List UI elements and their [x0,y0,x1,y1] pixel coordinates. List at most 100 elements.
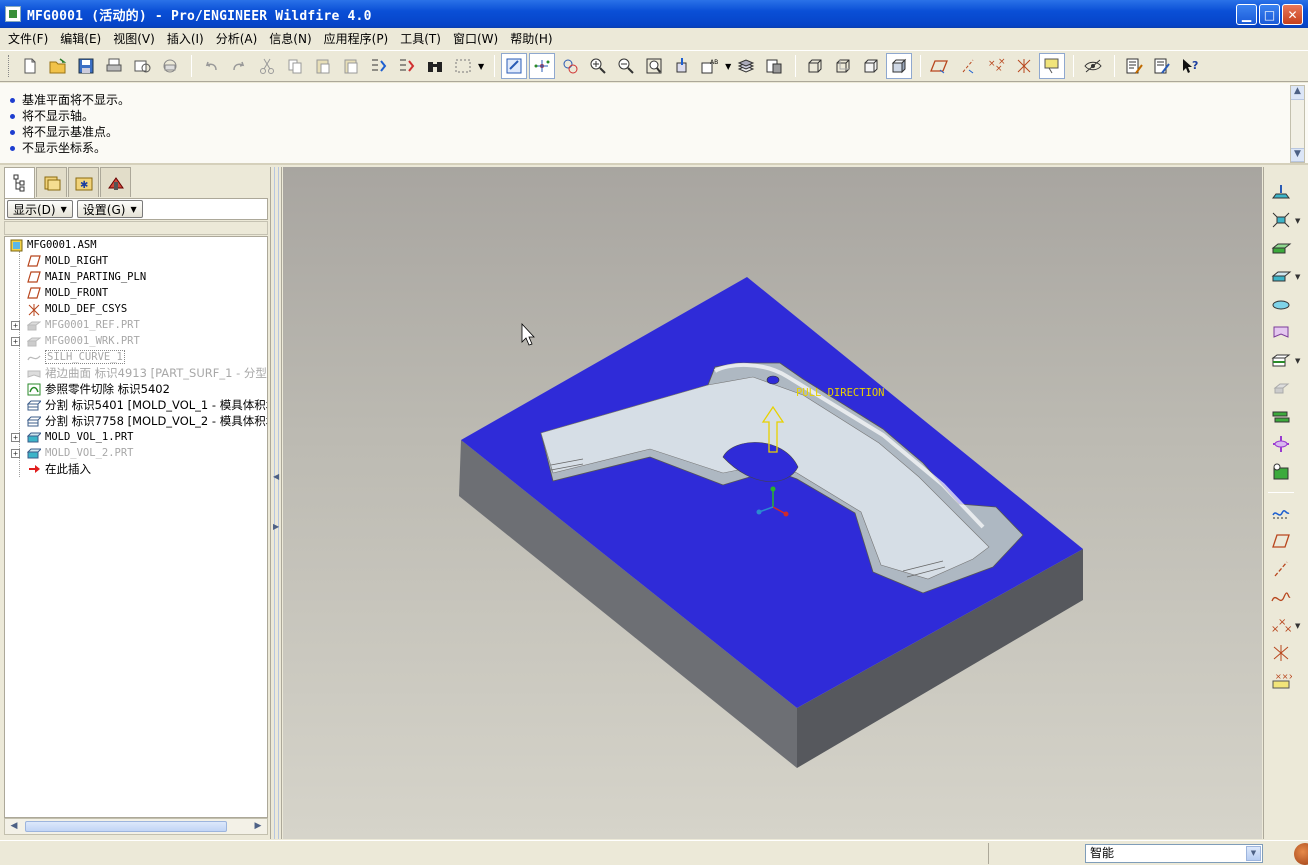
datum-point-tool-icon[interactable]: × × × [1268,612,1294,638]
regenerate-icon[interactable] [366,53,392,79]
tree-item[interactable]: MAIN_PARTING_PLN [5,269,267,285]
csys-tool-icon[interactable] [1268,640,1294,666]
open-file-icon[interactable] [45,53,71,79]
mold-model-icon[interactable] [1268,179,1294,205]
volume-block-icon[interactable] [1268,263,1294,289]
refit-icon[interactable] [641,53,667,79]
scroll-left-icon[interactable]: ◀ [6,819,22,834]
menu-analysis[interactable]: 分析(A) [210,30,264,47]
send-link-icon[interactable] [157,53,183,79]
cut-icon[interactable] [254,53,280,79]
tree-item[interactable]: + MOLD_VOL_2.PRT [5,445,267,461]
maximize-button[interactable]: □ [1259,4,1280,25]
expand-right-icon[interactable]: ▶ [273,522,279,531]
toolbar-grip[interactable] [8,55,11,77]
menu-help[interactable]: 帮助(H) [504,30,558,47]
menu-file[interactable]: 文件(F) [2,30,54,47]
tree-item[interactable]: 参照零件切除 标识5402 [5,381,267,397]
context-help-icon[interactable]: ? [1177,53,1203,79]
saved-views-caret[interactable]: ▼ [725,62,731,71]
menu-edit[interactable]: 编辑(E) [54,30,107,47]
message-scrollbar[interactable]: ▲ ▼ [1290,85,1305,163]
save-icon[interactable] [73,53,99,79]
mold-model-viewport[interactable]: PULL DIRECTION [283,167,1262,839]
tree-expand-icon[interactable]: + [11,336,20,346]
shrinkage-icon[interactable] [1268,207,1294,233]
skirt-surface-icon[interactable] [1268,319,1294,345]
close-button[interactable]: ✕ [1282,4,1303,25]
print-icon[interactable] [101,53,127,79]
send-email-icon[interactable] [129,53,155,79]
menu-applications[interactable]: 应用程序(P) [318,30,395,47]
tab-connections[interactable] [100,167,131,197]
redo-icon[interactable] [226,53,252,79]
annotation-toggle-icon[interactable] [1039,53,1066,79]
datum-plane-tool-icon[interactable] [1268,528,1294,554]
scroll-right-icon[interactable]: ▶ [250,819,266,834]
repaint-icon[interactable] [501,53,528,79]
tree-expand-icon[interactable]: + [11,432,20,442]
selection-filter-select[interactable]: 智能 ▼ [1085,844,1263,863]
chevron-down-icon[interactable]: ▼ [1295,357,1300,365]
hidden-line-icon[interactable] [830,53,856,79]
tree-item[interactable]: MOLD_DEF_CSYS [5,301,267,317]
chevron-down-icon[interactable]: ▼ [1246,846,1261,861]
settings-menu-button[interactable]: 设置(G) ▼ [76,200,143,218]
reorient-icon[interactable] [669,53,695,79]
chevron-down-icon[interactable]: ▼ [1295,273,1300,281]
select-dropdown-caret[interactable]: ▼ [478,62,484,71]
collapse-left-icon[interactable]: ◀ [273,472,279,481]
menu-view[interactable]: 视图(V) [107,30,161,47]
datum-planes-toggle-icon[interactable] [927,53,953,79]
chevron-down-icon[interactable]: ▼ [1295,622,1300,630]
tree-item[interactable]: 在此插入 [5,461,267,477]
workpiece-icon[interactable] [1268,235,1294,261]
tree-expand-icon[interactable]: + [11,448,20,458]
scroll-down-icon[interactable]: ▼ [1291,148,1304,162]
analysis-feature-icon[interactable]: ××× [1268,668,1294,694]
tree-item[interactable]: 裙边曲面 标识4913 [PART_SURF_1 - 分型 [5,365,267,381]
tree-item[interactable]: MOLD_RIGHT [5,253,267,269]
proe-app-icon[interactable] [5,6,21,22]
wireframe-icon[interactable] [802,53,828,79]
datum-curve-tool-icon[interactable] [1268,584,1294,610]
sketch-curve-icon[interactable] [1268,500,1294,526]
show-menu-button[interactable]: 显示(D) ▼ [7,200,73,218]
paste-special-icon[interactable] [338,53,364,79]
chevron-down-icon[interactable]: ▼ [1295,217,1300,225]
datum-axis-tool-icon[interactable] [1268,556,1294,582]
tree-item[interactable]: SILH_CURVE_1 [5,349,267,365]
tree-horizontal-scrollbar[interactable]: ◀ ▶ [4,818,268,835]
csys-toggle-icon[interactable] [1011,53,1037,79]
menu-insert[interactable]: 插入(I) [161,30,210,47]
new-file-icon[interactable] [17,53,43,79]
menu-tools[interactable]: 工具(T) [394,30,447,47]
tree-expand-icon[interactable]: + [11,320,20,330]
minimize-button[interactable]: ▁ [1236,4,1257,25]
edit-notes-icon[interactable] [1149,53,1175,79]
sprue-icon[interactable] [1268,431,1294,457]
menu-window[interactable]: 窗口(W) [447,30,504,47]
no-hidden-icon[interactable] [858,53,884,79]
mold-opening-icon[interactable] [1268,403,1294,429]
tab-folder-browser[interactable] [36,167,67,197]
view-manager-icon[interactable] [761,53,787,79]
orient-mode-icon[interactable] [557,53,583,79]
layers-icon[interactable] [733,53,759,79]
datum-axes-toggle-icon[interactable] [955,53,981,79]
zoom-out-icon[interactable] [613,53,639,79]
find-binoculars-icon[interactable] [422,53,448,79]
tree-item[interactable]: + MFG0001_WRK.PRT [5,333,267,349]
datum-points-toggle-icon[interactable]: × × × [983,53,1009,79]
tree-item[interactable]: 分割 标识7758 [MOLD_VOL_2 - 模具体积块 [5,413,267,429]
hide-icon[interactable] [1080,53,1106,79]
scrollbar-thumb[interactable] [25,821,227,832]
regen-manager-icon[interactable] [394,53,420,79]
scroll-up-icon[interactable]: ▲ [1291,86,1304,100]
menu-info[interactable]: 信息(N) [263,30,317,47]
shading-icon[interactable] [886,53,913,79]
select-box-icon[interactable] [450,53,476,79]
extract-icon[interactable] [1268,375,1294,401]
parting-surface-icon[interactable] [1268,291,1294,317]
saved-views-icon[interactable]: AB [697,53,723,79]
